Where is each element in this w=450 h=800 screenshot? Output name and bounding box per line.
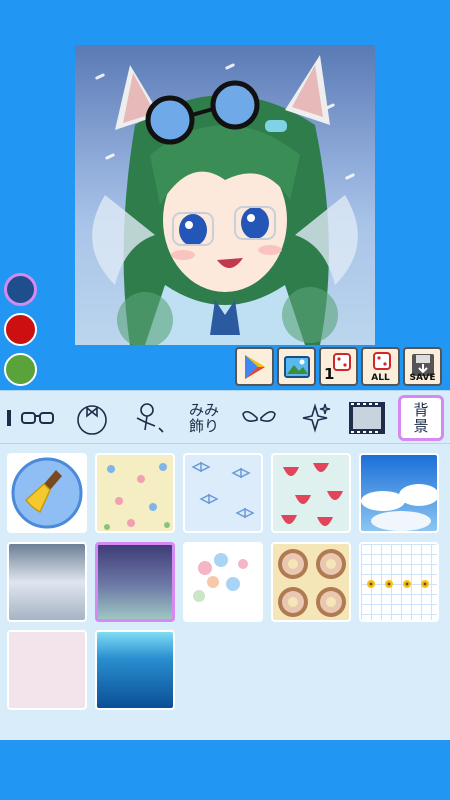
tab-head-accessory[interactable]	[69, 395, 115, 441]
background-option-underwater[interactable]	[95, 630, 175, 710]
broom-icon	[11, 457, 83, 529]
play-store-icon	[244, 354, 265, 379]
background-option-gray[interactable]	[7, 542, 87, 622]
pose-figure-icon	[136, 403, 164, 433]
image-gallery-icon	[283, 355, 310, 378]
color-swatch-green[interactable]	[4, 353, 37, 386]
tab-label-bottom: 飾り	[188, 417, 219, 435]
background-option-ribbons[interactable]	[183, 453, 263, 533]
strawberry-pattern	[281, 463, 343, 526]
background-option-sky[interactable]	[359, 453, 439, 533]
tab-frame[interactable]	[344, 395, 390, 441]
save-label: SAVE	[409, 373, 436, 383]
character-illustration	[92, 55, 358, 345]
clear-background-option[interactable]	[7, 453, 87, 533]
color-swatch-red[interactable]	[4, 313, 37, 346]
background-option-strawberry[interactable]	[271, 453, 351, 533]
tab-label-top: 背	[413, 401, 429, 419]
tab-label-top: みみ	[188, 401, 219, 419]
wings-icon	[242, 410, 276, 422]
sparkles-icon	[302, 403, 331, 433]
random-all-label: ALL	[371, 373, 390, 383]
random-all-button[interactable]: ALL	[361, 347, 400, 386]
hair-ribbon-icon	[77, 405, 107, 435]
random-one-button[interactable]: 1	[319, 347, 358, 386]
background-option-balloons[interactable]	[183, 542, 263, 622]
donut-pattern	[278, 549, 346, 617]
category-tab-bar: みみ 飾り 背 景	[0, 390, 450, 444]
background-option-donuts[interactable]	[271, 542, 351, 622]
tab-wings[interactable]	[236, 395, 282, 441]
bottom-bar	[0, 740, 450, 800]
tab-ear-accessory[interactable]: みみ 飾り	[181, 395, 227, 441]
tab-label-bottom: 景	[413, 417, 429, 435]
tab-effects[interactable]	[292, 395, 338, 441]
save-button[interactable]: SAVE	[403, 347, 442, 386]
random-one-label: 1	[324, 365, 335, 383]
tab-glasses[interactable]	[15, 395, 61, 441]
background-option-floral[interactable]	[95, 453, 175, 533]
flower-pattern	[104, 463, 170, 530]
clouds-pattern	[361, 484, 437, 531]
background-option-grid[interactable]	[359, 542, 439, 622]
avatar-canvas	[75, 45, 375, 345]
color-swatch-blue[interactable]	[4, 273, 37, 306]
tab-pose[interactable]	[126, 395, 172, 441]
tab-background[interactable]: 背 景	[398, 395, 444, 441]
glasses-icon	[21, 412, 54, 424]
background-option-pink[interactable]	[7, 630, 87, 710]
background-option-night[interactable]	[95, 542, 175, 622]
balloon-pattern	[193, 553, 248, 602]
film-frame-icon	[349, 402, 385, 434]
background-options-grid	[0, 444, 450, 740]
play-store-button[interactable]	[235, 347, 274, 386]
action-toolbar: 1 ALL SAVE	[235, 347, 442, 386]
sunflower-pattern	[367, 580, 429, 588]
gallery-button[interactable]	[277, 347, 316, 386]
ribbon-pattern	[191, 461, 255, 519]
